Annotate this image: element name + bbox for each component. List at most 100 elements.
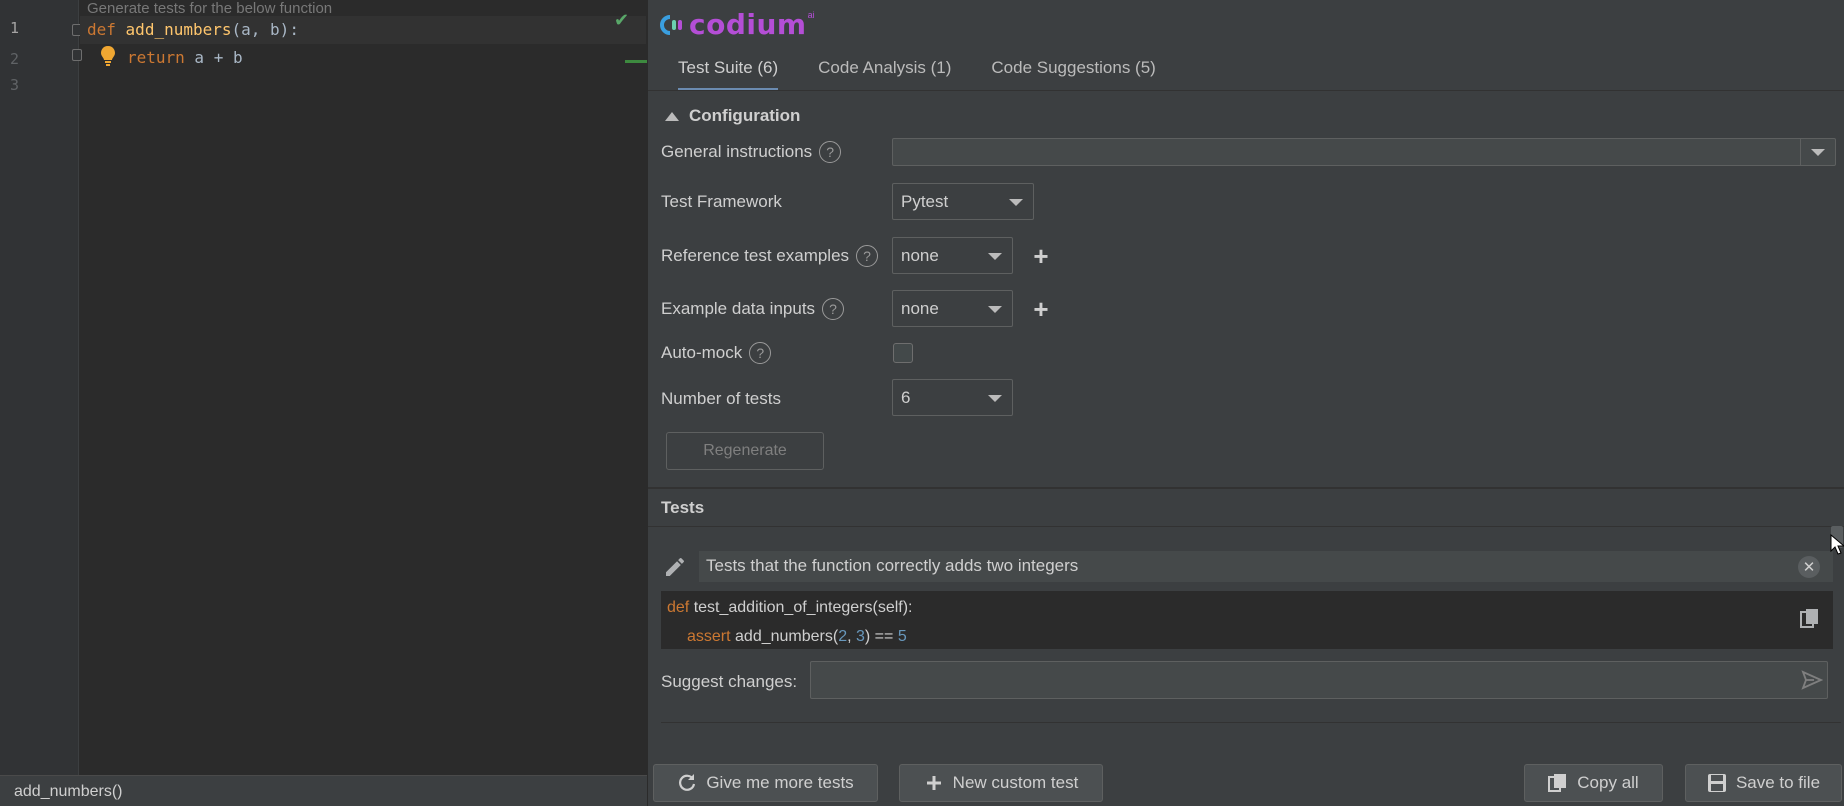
- automock-checkbox[interactable]: [893, 343, 913, 363]
- line-number: 3: [10, 76, 20, 94]
- check-icon: ✔: [614, 10, 630, 30]
- framework-select[interactable]: Pytest: [892, 183, 1034, 220]
- code-text: (a, b):: [231, 20, 299, 39]
- send-icon[interactable]: [1801, 669, 1823, 691]
- help-icon[interactable]: ?: [822, 298, 845, 320]
- test-description[interactable]: Tests that the function correctly adds t…: [699, 551, 1833, 582]
- give-more-tests-button[interactable]: Give me more tests: [653, 764, 878, 802]
- keyword: assert: [687, 628, 731, 645]
- close-icon[interactable]: ✕: [1798, 556, 1820, 578]
- button-label: New custom test: [952, 773, 1079, 792]
- copy-all-button[interactable]: Copy all: [1524, 764, 1663, 802]
- number-literal: 2: [838, 628, 848, 645]
- label-text: Reference test examples: [661, 246, 850, 265]
- number-literal: 5: [897, 628, 907, 645]
- keyword: def: [667, 599, 690, 616]
- num-tests-select[interactable]: 6: [892, 379, 1013, 416]
- configuration-title: Configuration: [689, 106, 801, 125]
- chevron-down-icon: [988, 253, 1002, 260]
- button-label: Save to file: [1735, 773, 1821, 792]
- chevron-down-icon: [988, 306, 1002, 313]
- code-text: test_addition_of_integers(self):: [689, 599, 913, 616]
- save-to-file-button[interactable]: Save to file: [1685, 764, 1842, 802]
- button-label: Copy all: [1577, 773, 1639, 792]
- fold-icon[interactable]: [72, 49, 82, 61]
- help-icon[interactable]: ?: [856, 245, 879, 267]
- select-value: none: [901, 245, 939, 265]
- divider: [661, 722, 1841, 723]
- label-text: Auto-mock: [661, 343, 743, 362]
- copy-icon: [1548, 774, 1567, 792]
- tab-test-suite[interactable]: Test Suite (6): [678, 58, 779, 91]
- change-marker: [625, 60, 647, 63]
- new-custom-test-button[interactable]: New custom test: [899, 764, 1103, 802]
- codium-panel: codium ai Test Suite (6) Code Analysis (…: [647, 0, 1844, 806]
- label-text: Test Framework: [661, 192, 782, 211]
- select-value: none: [901, 298, 939, 318]
- code-text: ,: [847, 628, 856, 645]
- mouse-cursor-icon: [1830, 534, 1844, 555]
- suggest-changes-label: Suggest changes:: [661, 672, 798, 691]
- general-instructions-label: General instructions ?: [661, 141, 842, 163]
- test-code-block[interactable]: def test_addition_of_integers(self): ass…: [661, 591, 1833, 649]
- line-number: 1: [10, 19, 20, 37]
- lightbulb-icon[interactable]: [98, 44, 118, 68]
- divider: [648, 526, 1844, 527]
- label-text: Number of tests: [661, 389, 781, 408]
- tab-code-suggestions[interactable]: Code Suggestions (5): [991, 58, 1155, 91]
- chevron-down-icon: [1009, 199, 1023, 206]
- logo-text: codium: [689, 8, 807, 41]
- tests-section-title: Tests: [661, 498, 705, 517]
- reference-examples-select[interactable]: none: [892, 237, 1013, 274]
- reference-examples-label: Reference test examples ?: [661, 245, 879, 267]
- chevron-down-icon[interactable]: [1811, 149, 1825, 156]
- save-icon: [1707, 774, 1726, 792]
- pencil-icon[interactable]: [663, 555, 687, 579]
- code-text: a + b: [184, 48, 243, 67]
- automock-label: Auto-mock ?: [661, 342, 772, 364]
- tab-code-analysis[interactable]: Code Analysis (1): [818, 58, 951, 91]
- keyword: return: [127, 48, 185, 67]
- divider: [648, 487, 1844, 489]
- keyword: def: [87, 20, 116, 39]
- select-value: Pytest: [901, 191, 949, 211]
- data-inputs-select[interactable]: none: [892, 290, 1013, 327]
- code-text: add_numbers(: [730, 628, 839, 645]
- line-number: 2: [10, 50, 20, 68]
- breadcrumb[interactable]: add_numbers(): [14, 783, 123, 801]
- combo-separator: [1800, 139, 1801, 165]
- code-line-1[interactable]: def add_numbers(a, b):: [87, 20, 299, 39]
- label-text: Example data inputs: [661, 299, 816, 318]
- chevron-down-icon: [988, 395, 1002, 402]
- code-line-2[interactable]: return a + b: [127, 48, 243, 67]
- logo-superscript: ai: [807, 9, 815, 20]
- configuration-toggle[interactable]: Configuration: [665, 106, 800, 126]
- regenerate-button[interactable]: Regenerate: [666, 432, 824, 470]
- code-line: def test_addition_of_integers(self):: [667, 599, 913, 617]
- editor-gutter: 1 2 3: [0, 0, 82, 775]
- copy-icon[interactable]: [1800, 608, 1820, 630]
- select-value: 6: [901, 387, 911, 407]
- general-instructions-combo[interactable]: [892, 138, 1836, 166]
- refresh-icon: [679, 774, 696, 791]
- add-data-input-button[interactable]: +: [1031, 296, 1051, 322]
- add-reference-button[interactable]: +: [1031, 243, 1051, 269]
- code-text: ) ==: [864, 628, 898, 645]
- framework-label: Test Framework: [661, 192, 782, 212]
- function-name: add_numbers: [125, 20, 232, 39]
- codium-logo-icon: [660, 14, 682, 35]
- code-editor[interactable]: 1 2 3 Generate tests for the below funct…: [0, 0, 647, 775]
- num-tests-label: Number of tests: [661, 389, 781, 409]
- status-bar: add_numbers(): [0, 775, 647, 806]
- divider: [648, 90, 1844, 91]
- number-literal: 3: [856, 628, 865, 645]
- tab-bar: Test Suite (6) Code Analysis (1) Code Su…: [678, 58, 1196, 91]
- data-inputs-label: Example data inputs ?: [661, 298, 845, 320]
- collapse-arrow-icon: [665, 111, 679, 121]
- help-icon[interactable]: ?: [819, 141, 842, 163]
- suggest-changes-input[interactable]: [810, 661, 1828, 699]
- help-icon[interactable]: ?: [749, 342, 772, 364]
- code-line: assert add_numbers(2, 3) == 5: [687, 628, 907, 646]
- button-label: Give me more tests: [706, 773, 854, 792]
